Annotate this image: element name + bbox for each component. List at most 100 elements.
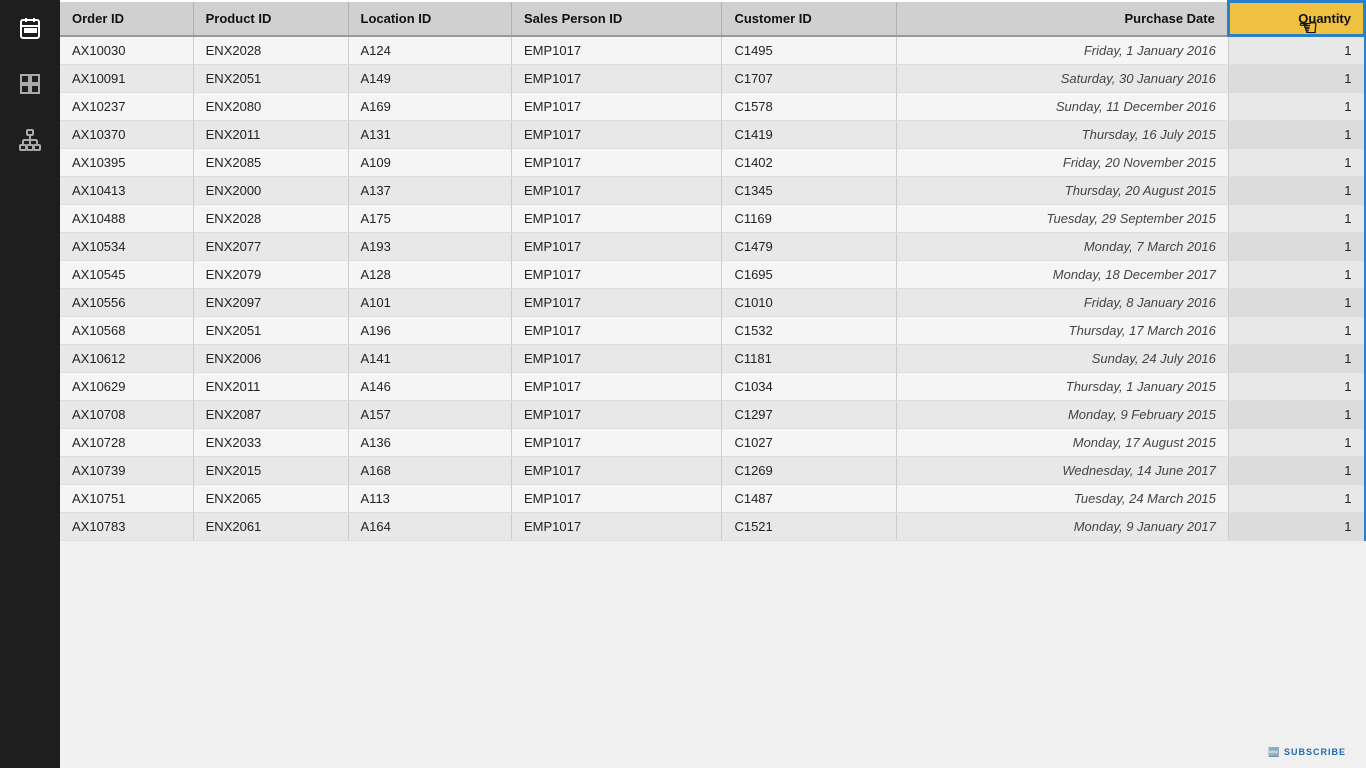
cell-order-id: AX10783 — [60, 513, 193, 541]
cell-order-id: AX10237 — [60, 93, 193, 121]
col-sales-person-id[interactable]: Sales Person ID — [512, 2, 722, 36]
col-quantity[interactable]: Quantity ☜ — [1228, 2, 1364, 36]
cell-sales-person_id: EMP1017 — [512, 261, 722, 289]
cell-order-id: AX10751 — [60, 485, 193, 513]
cell-customer-id: C1181 — [722, 345, 897, 373]
cell-location-id: A136 — [348, 429, 512, 457]
cell-sales-person_id: EMP1017 — [512, 36, 722, 65]
cell-customer-id: C1034 — [722, 373, 897, 401]
cell-customer-id: C1402 — [722, 149, 897, 177]
cell-quantity: 1 — [1228, 65, 1364, 93]
cell-purchase-date: Monday, 7 March 2016 — [897, 233, 1229, 261]
hierarchy-icon[interactable] — [12, 122, 48, 158]
cell-customer-id: C1169 — [722, 205, 897, 233]
cell-quantity: 1 — [1228, 401, 1364, 429]
cell-order-id: AX10612 — [60, 345, 193, 373]
cell-quantity: 1 — [1228, 513, 1364, 541]
cell-product-id: ENX2051 — [193, 317, 348, 345]
cell-sales-person_id: EMP1017 — [512, 317, 722, 345]
cell-location-id: A157 — [348, 401, 512, 429]
cell-product-id: ENX2006 — [193, 345, 348, 373]
cell-customer-id: C1707 — [722, 65, 897, 93]
cell-product-id: ENX2000 — [193, 177, 348, 205]
table-row: AX10568ENX2051A196EMP1017C1532Thursday, … — [60, 317, 1365, 345]
table-row: AX10612ENX2006A141EMP1017C1181Sunday, 24… — [60, 345, 1365, 373]
cell-purchase-date: Monday, 17 August 2015 — [897, 429, 1229, 457]
cell-sales-person_id: EMP1017 — [512, 401, 722, 429]
cell-sales-person_id: EMP1017 — [512, 457, 722, 485]
cell-order-id: AX10739 — [60, 457, 193, 485]
cell-customer-id: C1695 — [722, 261, 897, 289]
col-customer-id[interactable]: Customer ID — [722, 2, 897, 36]
cell-sales-person_id: EMP1017 — [512, 373, 722, 401]
cell-location-id: A168 — [348, 457, 512, 485]
cell-customer-id: C1521 — [722, 513, 897, 541]
cell-order-id: AX10545 — [60, 261, 193, 289]
table-row: AX10629ENX2011A146EMP1017C1034Thursday, … — [60, 373, 1365, 401]
grid-icon[interactable] — [12, 66, 48, 102]
cell-order-id: AX10708 — [60, 401, 193, 429]
cell-product-id: ENX2015 — [193, 457, 348, 485]
cell-location-id: A131 — [348, 121, 512, 149]
cell-purchase-date: Friday, 8 January 2016 — [897, 289, 1229, 317]
cell-purchase-date: Monday, 9 February 2015 — [897, 401, 1229, 429]
cell-sales-person_id: EMP1017 — [512, 513, 722, 541]
cell-sales-person_id: EMP1017 — [512, 345, 722, 373]
cell-purchase-date: Monday, 9 January 2017 — [897, 513, 1229, 541]
cell-sales-person_id: EMP1017 — [512, 289, 722, 317]
cell-quantity: 1 — [1228, 373, 1364, 401]
cell-product-id: ENX2033 — [193, 429, 348, 457]
table-row: AX10751ENX2065A113EMP1017C1487Tuesday, 2… — [60, 485, 1365, 513]
cell-quantity: 1 — [1228, 261, 1364, 289]
cell-sales-person_id: EMP1017 — [512, 177, 722, 205]
cell-quantity: 1 — [1228, 205, 1364, 233]
cell-location-id: A109 — [348, 149, 512, 177]
table-container[interactable]: Order ID Product ID Location ID Sales Pe… — [60, 0, 1366, 768]
table-row: AX10739ENX2015A168EMP1017C1269Wednesday,… — [60, 457, 1365, 485]
cell-product-id: ENX2011 — [193, 373, 348, 401]
cell-quantity: 1 — [1228, 485, 1364, 513]
sidebar — [0, 0, 60, 768]
table-row: AX10728ENX2033A136EMP1017C1027Monday, 17… — [60, 429, 1365, 457]
cell-order-id: AX10413 — [60, 177, 193, 205]
cell-purchase-date: Thursday, 16 July 2015 — [897, 121, 1229, 149]
cell-sales-person_id: EMP1017 — [512, 205, 722, 233]
cell-customer-id: C1419 — [722, 121, 897, 149]
col-order-id[interactable]: Order ID — [60, 2, 193, 36]
cell-location-id: A149 — [348, 65, 512, 93]
cell-sales-person_id: EMP1017 — [512, 429, 722, 457]
cell-product-id: ENX2077 — [193, 233, 348, 261]
cell-order-id: AX10568 — [60, 317, 193, 345]
watermark: 🆕 SUBSCRIBE — [1268, 747, 1346, 758]
col-product-id[interactable]: Product ID — [193, 2, 348, 36]
cell-sales-person_id: EMP1017 — [512, 65, 722, 93]
table-row: AX10534ENX2077A193EMP1017C1479Monday, 7 … — [60, 233, 1365, 261]
cell-location-id: A101 — [348, 289, 512, 317]
cell-purchase-date: Thursday, 20 August 2015 — [897, 177, 1229, 205]
main-content: Order ID Product ID Location ID Sales Pe… — [60, 0, 1366, 768]
cell-location-id: A141 — [348, 345, 512, 373]
table-row: AX10413ENX2000A137EMP1017C1345Thursday, … — [60, 177, 1365, 205]
cell-customer-id: C1027 — [722, 429, 897, 457]
cell-sales-person_id: EMP1017 — [512, 233, 722, 261]
table-header-row: Order ID Product ID Location ID Sales Pe… — [60, 2, 1365, 36]
cell-product-id: ENX2080 — [193, 93, 348, 121]
cell-customer-id: C1010 — [722, 289, 897, 317]
data-table: Order ID Product ID Location ID Sales Pe… — [60, 0, 1366, 541]
cell-product-id: ENX2051 — [193, 65, 348, 93]
calendar-icon[interactable] — [12, 10, 48, 46]
cell-location-id: A146 — [348, 373, 512, 401]
cell-purchase-date: Sunday, 24 July 2016 — [897, 345, 1229, 373]
table-row: AX10545ENX2079A128EMP1017C1695Monday, 18… — [60, 261, 1365, 289]
col-location-id[interactable]: Location ID — [348, 2, 512, 36]
cell-location-id: A124 — [348, 36, 512, 65]
cell-quantity: 1 — [1228, 121, 1364, 149]
cell-order-id: AX10534 — [60, 233, 193, 261]
table-row: AX10370ENX2011A131EMP1017C1419Thursday, … — [60, 121, 1365, 149]
cell-customer-id: C1297 — [722, 401, 897, 429]
cell-sales-person_id: EMP1017 — [512, 149, 722, 177]
cell-location-id: A193 — [348, 233, 512, 261]
cell-customer-id: C1578 — [722, 93, 897, 121]
col-purchase-date[interactable]: Purchase Date — [897, 2, 1229, 36]
cell-product-id: ENX2079 — [193, 261, 348, 289]
